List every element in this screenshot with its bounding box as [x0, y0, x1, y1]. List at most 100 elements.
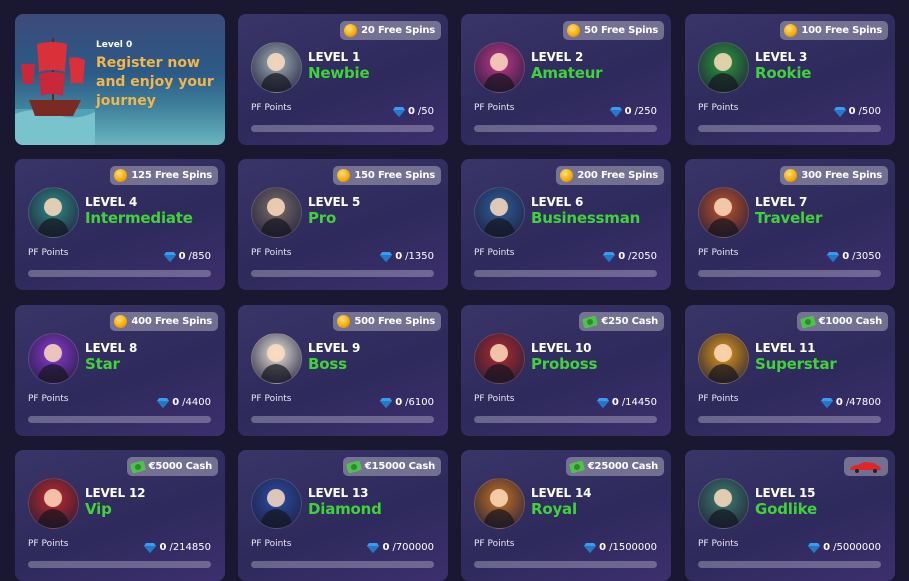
- avatar: [474, 333, 525, 384]
- points-current: 0: [407, 106, 415, 117]
- gem-icon: [820, 398, 833, 408]
- gem-icon: [380, 398, 393, 408]
- gem-icon: [144, 543, 157, 553]
- points-max: /5000000: [833, 542, 881, 553]
- cash-icon: [345, 459, 362, 474]
- level-card[interactable]: €250 Cash LEVEL 10 Proboss PF Points 0/14450: [461, 305, 671, 436]
- avatar: [474, 187, 525, 238]
- character-icon: [483, 53, 516, 92]
- pf-points-value: 0/500: [833, 106, 881, 117]
- rank-name: Royal: [531, 500, 577, 518]
- points-max: /6100: [405, 397, 434, 408]
- reward-badge: 100 Free Spins: [780, 21, 888, 40]
- progress-bar: [698, 561, 881, 568]
- promo-headline: Register now and enjoy your journey: [96, 55, 214, 109]
- progress-bar: [474, 270, 657, 277]
- avatar: [698, 333, 749, 384]
- pf-points-label: PF Points: [698, 103, 739, 113]
- pf-points-label: PF Points: [251, 103, 292, 113]
- character-icon: [260, 198, 293, 237]
- points-current: 0: [395, 251, 403, 262]
- pf-points-value: 0/1350: [380, 251, 434, 262]
- level-card[interactable]: LEVEL 15 Godlike PF Points 0/5000000: [685, 450, 895, 581]
- avatar: [474, 478, 525, 529]
- pf-points-label: PF Points: [474, 248, 515, 258]
- avatar: [251, 478, 302, 529]
- reward-badge: €1000 Cash: [796, 312, 888, 331]
- avatar: [28, 333, 79, 384]
- level-number: LEVEL 15: [755, 486, 816, 500]
- level-card[interactable]: €15000 Cash LEVEL 13 Diamond PF Points 0/700…: [238, 450, 448, 581]
- reward-badge: 200 Free Spins: [556, 166, 664, 185]
- avatar: [698, 478, 749, 529]
- level-number: LEVEL 6: [531, 195, 584, 209]
- reward-label: €25000 Cash: [587, 461, 658, 472]
- gem-icon: [808, 543, 821, 553]
- level-number: LEVEL 2: [531, 50, 584, 64]
- points-current: 0: [382, 542, 390, 553]
- level-card[interactable]: 400 Free Spins LEVEL 8 Star PF Points 0/4400: [15, 305, 225, 436]
- character-icon: [37, 344, 70, 383]
- avatar: [251, 187, 302, 238]
- points-current: 0: [159, 542, 167, 553]
- reward-badge: 400 Free Spins: [110, 312, 218, 331]
- level-card[interactable]: 50 Free Spins LEVEL 2 Amateur PF Points 0/25…: [461, 14, 671, 145]
- points-max: /50: [417, 106, 434, 117]
- level-card[interactable]: 20 Free Spins LEVEL 1 Newbie PF Points 0/50: [238, 14, 448, 145]
- progress-bar: [698, 125, 881, 132]
- level-card[interactable]: 100 Free Spins LEVEL 3 Rookie PF Points 0/50…: [685, 14, 895, 145]
- progress-bar: [28, 270, 211, 277]
- rank-name: Rookie: [755, 64, 812, 82]
- points-max: /1500000: [609, 542, 657, 553]
- pf-points-value: 0/850: [163, 251, 211, 262]
- level-number: LEVEL 12: [85, 486, 146, 500]
- coin-icon: [114, 169, 128, 182]
- reward-label: €5000 Cash: [148, 461, 213, 472]
- level-card[interactable]: 500 Free Spins LEVEL 9 Boss PF Points 0/6100: [238, 305, 448, 436]
- gem-icon: [584, 543, 597, 553]
- progress-bar: [698, 416, 881, 423]
- cash-icon: [129, 459, 146, 474]
- pf-points-value: 0/214850: [144, 542, 211, 553]
- level-card[interactable]: 125 Free Spins LEVEL 4 Intermediate PF Poin…: [15, 159, 225, 290]
- character-icon: [483, 344, 516, 383]
- level-card[interactable]: 150 Free Spins LEVEL 5 Pro PF Points 0/1350: [238, 159, 448, 290]
- points-current: 0: [842, 251, 850, 262]
- level-card[interactable]: 200 Free Spins LEVEL 6 Businessman PF Point…: [461, 159, 671, 290]
- pf-points-label: PF Points: [28, 539, 69, 549]
- reward-badge: [844, 457, 888, 476]
- pf-points-value: 0/3050: [827, 251, 881, 262]
- pf-points-label: PF Points: [698, 248, 739, 258]
- reward-label: €1000 Cash: [818, 316, 883, 327]
- pf-points-label: PF Points: [28, 394, 69, 404]
- points-max: /2050: [628, 251, 657, 262]
- reward-label: 100 Free Spins: [801, 25, 882, 36]
- points-current: 0: [611, 397, 619, 408]
- reward-badge: 20 Free Spins: [340, 21, 441, 40]
- reward-badge: 125 Free Spins: [110, 166, 218, 185]
- reward-badge: €5000 Cash: [126, 457, 218, 476]
- pf-points-value: 0/2050: [603, 251, 657, 262]
- reward-badge: 300 Free Spins: [780, 166, 888, 185]
- level-card[interactable]: €5000 Cash LEVEL 12 Vip PF Points 0/214850: [15, 450, 225, 581]
- level-number: LEVEL 9: [308, 341, 361, 355]
- level-card[interactable]: €25000 Cash LEVEL 14 Royal PF Points 0/15000…: [461, 450, 671, 581]
- pf-points-label: PF Points: [28, 248, 69, 258]
- reward-label: €250 Cash: [601, 316, 658, 327]
- reward-badge: 500 Free Spins: [333, 312, 441, 331]
- gem-icon: [596, 398, 609, 408]
- level-number: LEVEL 13: [308, 486, 369, 500]
- pf-points-value: 0/5000000: [808, 542, 881, 553]
- points-max: /500: [858, 106, 881, 117]
- pf-points-value: 0/47800: [820, 397, 881, 408]
- level-card[interactable]: €1000 Cash LEVEL 11 Superstar PF Points 0/47…: [685, 305, 895, 436]
- progress-bar: [28, 561, 211, 568]
- level-card[interactable]: 300 Free Spins LEVEL 7 Traveler PF Points 0/…: [685, 159, 895, 290]
- rank-name: Proboss: [531, 355, 598, 373]
- points-current: 0: [848, 106, 856, 117]
- pf-points-value: 0/250: [609, 106, 657, 117]
- avatar: [698, 42, 749, 93]
- register-promo-card[interactable]: Level 0 Register now and enjoy your jour…: [15, 14, 225, 145]
- character-icon: [260, 53, 293, 92]
- points-current: 0: [172, 397, 180, 408]
